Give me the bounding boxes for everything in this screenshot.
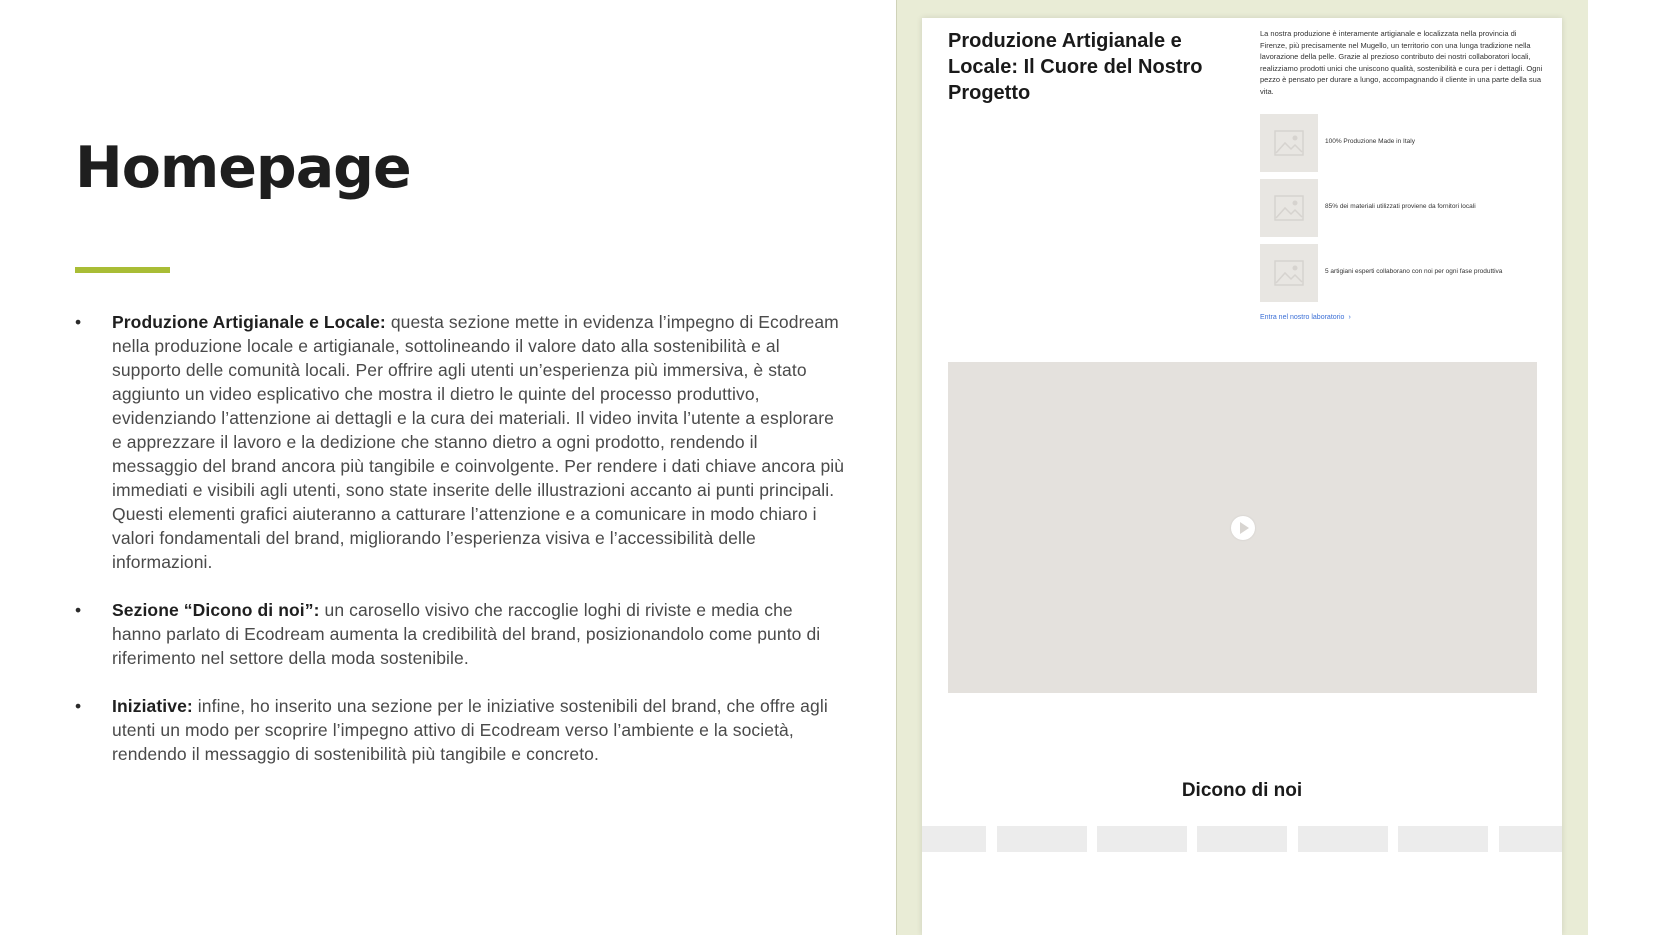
press-logo [1097, 826, 1187, 852]
press-logo [1398, 826, 1488, 852]
stat-item: 5 artigiani esperti collaborano con noi … [1260, 244, 1550, 302]
press-logo [1499, 826, 1562, 852]
press-logo [1197, 826, 1287, 852]
bullet-text: questa sezione mette in evidenza l’impeg… [112, 312, 845, 572]
image-placeholder-icon [1260, 244, 1318, 302]
chevron-right-icon: › [1348, 314, 1351, 321]
bullet-heading: Sezione “Dicono di noi”: [112, 600, 320, 620]
press-logo [997, 826, 1087, 852]
mockup-frame-border [896, 0, 897, 935]
section-intro: La nostra produzione è interamente artig… [1260, 29, 1543, 96]
image-placeholder-icon [1260, 179, 1318, 237]
bullet-dot: • [75, 696, 82, 716]
section-title: Produzione Artigianale e Locale: Il Cuor… [948, 30, 1203, 104]
stat-item: 85% dei materiali utilizzati proviene da… [1260, 179, 1550, 237]
stat-text: 100% Produzione Made in Italy [1325, 138, 1415, 145]
bullet-initiatives: • Iniziative: infine, ho inserito una se… [75, 694, 845, 766]
stat-item: 100% Produzione Made in Italy [1260, 114, 1550, 172]
title-accent-bar [75, 267, 170, 273]
image-placeholder-icon [1260, 114, 1318, 172]
press-logo [1298, 826, 1388, 852]
stat-text: 85% dei materiali utilizzati proviene da… [1325, 203, 1476, 210]
bullet-dot: • [75, 600, 82, 620]
press-logo [922, 826, 986, 852]
slide-text-column: Homepage • Produzione Artigianale e Loca… [75, 0, 855, 935]
stat-text: 5 artigiani esperti collaborano con noi … [1325, 268, 1503, 275]
video-player[interactable] [948, 362, 1537, 693]
bullet-production: • Produzione Artigianale e Locale: quest… [75, 310, 845, 574]
lab-link[interactable]: Entra nel nostro laboratorio › [1260, 314, 1351, 321]
homepage-mockup: Produzione Artigianale e Locale: Il Cuor… [922, 18, 1562, 935]
play-icon[interactable] [1231, 516, 1255, 540]
bullet-dot: • [75, 312, 82, 332]
bullet-heading: Produzione Artigianale e Locale: [112, 312, 386, 332]
bullet-heading: Iniziative: [112, 696, 193, 716]
bullet-press: • Sezione “Dicono di noi”: un carosello … [75, 598, 845, 670]
bullet-list: • Produzione Artigianale e Locale: quest… [75, 310, 845, 790]
bullet-text: infine, ho inserito una sezione per le i… [112, 696, 828, 764]
slide-title: Homepage [75, 135, 412, 201]
lab-link-label: Entra nel nostro laboratorio [1260, 314, 1345, 321]
press-section-title: Dicono di noi [1181, 780, 1303, 801]
